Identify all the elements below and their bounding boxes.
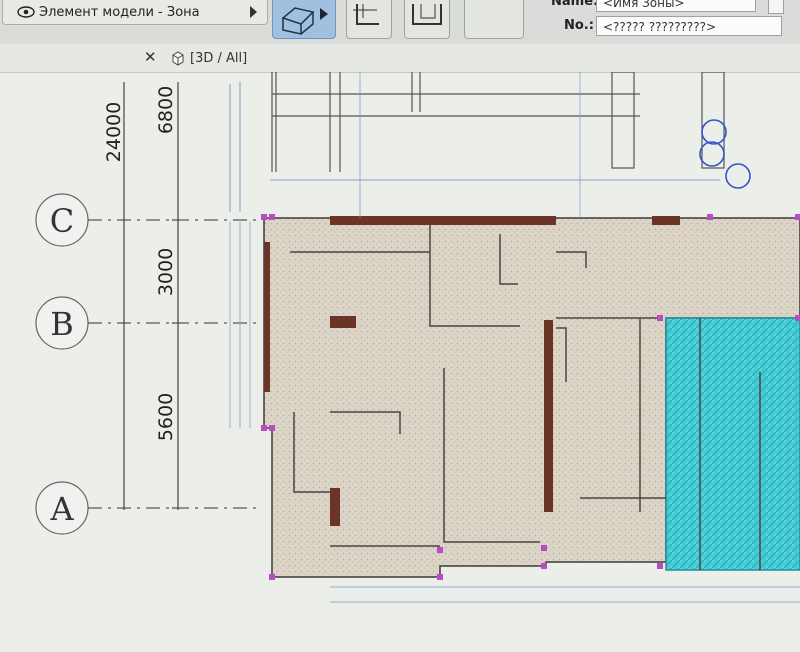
box-select-icon [281, 7, 328, 35]
drawing-canvas[interactable]: 24000 6800 3000 5600 C B A [0, 71, 800, 648]
number-field-input[interactable]: <????? ?????????> [596, 16, 782, 36]
dropdown-arrow-icon [250, 6, 257, 18]
total-dimension-label: 24000 [103, 102, 125, 162]
wall-corner-tool-button[interactable] [404, 0, 450, 39]
grid-axis-c[interactable]: C [35, 193, 262, 247]
grid-axis-a-label: A [49, 490, 74, 528]
extra-tool-button[interactable] [464, 0, 524, 39]
floor-plan[interactable]: 24000 6800 3000 5600 C B A [0, 71, 800, 648]
upper-structure [229, 71, 725, 212]
element-filter-label: Элемент модели - Зона [39, 4, 200, 20]
grid-axis-c-label: C [50, 202, 74, 240]
toolbar: Элемент модели - Зона Name: <Имя Зоны> N… [0, 0, 800, 45]
span-dimension-a: 5600 [155, 393, 177, 441]
name-field-picker-button[interactable] [768, 0, 784, 14]
tab-3d-all[interactable]: [3D / All] [170, 46, 247, 70]
box-select-tool-button[interactable] [272, 0, 336, 39]
element-filter-dropdown[interactable]: Элемент модели - Зона [2, 0, 268, 25]
selection-circles[interactable] [699, 119, 751, 189]
wall-end-icon [353, 4, 379, 25]
wall-end-tool-button[interactable] [346, 0, 392, 39]
grid-axis-b[interactable]: B [35, 296, 262, 350]
span-dimension-b: 3000 [155, 248, 177, 296]
span-dimension-c: 6800 [155, 86, 177, 134]
grid-axis-b-label: B [50, 305, 74, 343]
grid-axis-a[interactable]: A [35, 481, 262, 535]
selected-zone[interactable] [665, 317, 800, 571]
close-tab-icon[interactable]: ✕ [144, 48, 157, 66]
eye-icon [17, 6, 35, 18]
3d-view-icon [172, 51, 184, 66]
tab-bar: ✕ [3D / All] [0, 44, 800, 73]
tab-label: [3D / All] [190, 50, 248, 66]
number-field-label: No.: [564, 18, 594, 33]
wall-corner-icon [412, 4, 442, 25]
name-field-label: Name: [551, 0, 599, 9]
name-field-input[interactable]: <Имя Зоны> [596, 0, 756, 12]
